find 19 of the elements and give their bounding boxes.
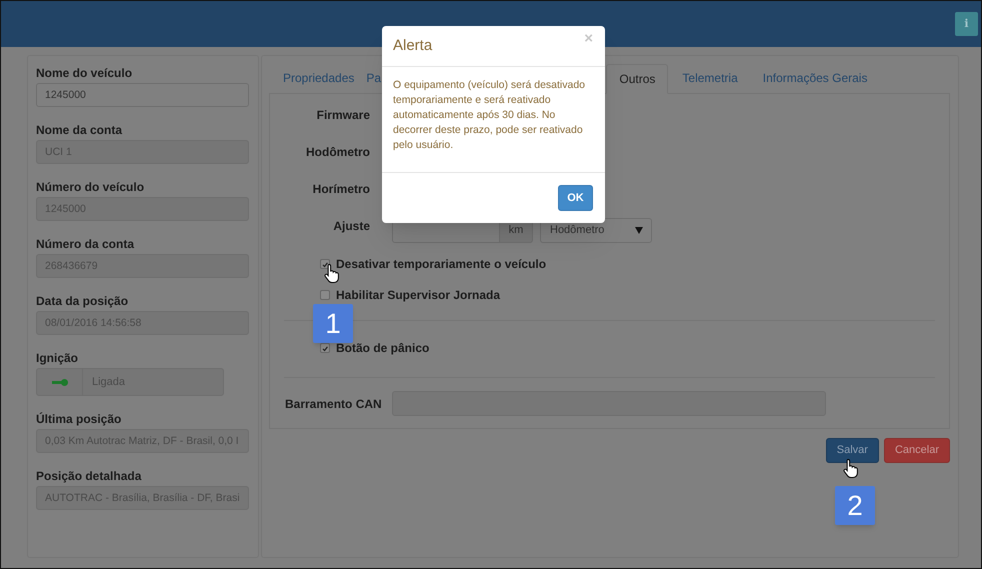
field-label: Posição detalhada — [36, 469, 142, 483]
field-label: Ignição — [36, 351, 80, 365]
dialog-title: Alerta — [393, 36, 432, 56]
field-label: Nome da conta — [36, 123, 124, 137]
field-label: Data da posição — [36, 294, 130, 308]
checkbox-label: Desativar temporariamente o veículo — [336, 256, 546, 272]
field-label: Hodômetro — [305, 144, 370, 160]
field-label: Número da conta — [36, 237, 136, 251]
field-label: Horímetro — [312, 180, 370, 198]
dialog-message: O equipamento (veículo) será desativado temporariamente e será reativado automaticamente após 30 dias. No decorrer deste prazo, pode ser reativado pelo usuário. — [393, 78, 586, 153]
step-badge: 1 — [313, 304, 353, 343]
step-badge: 2 — [835, 486, 875, 525]
field-label: Nome do veículo — [36, 66, 134, 80]
field-label: Barramento CAN — [285, 396, 383, 412]
field-label: Firmware — [316, 106, 370, 124]
checkbox-label: Habilitar Supervisor Jornada — [336, 286, 500, 304]
field-label: Número do veículo — [36, 180, 146, 194]
field-label: Ajuste — [332, 218, 370, 234]
field-label: Última posição — [36, 412, 122, 426]
